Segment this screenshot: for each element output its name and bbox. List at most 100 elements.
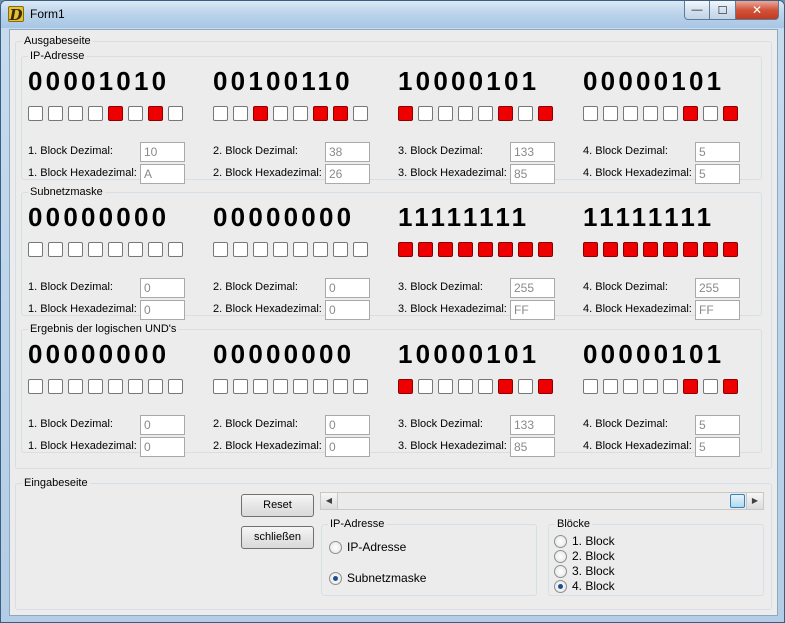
bit-indicators (583, 242, 743, 257)
hexadecimal-field[interactable]: 5 (695, 437, 740, 457)
output-section-2: Ergebnis der logischen UND's 00000000 1. B… (21, 323, 762, 457)
radio-block-2-label: 2. Block (572, 549, 615, 563)
bit-led-off (168, 379, 183, 394)
title-bar[interactable]: D Form1 — ☐ ✕ (1, 1, 784, 28)
hexadecimal-field[interactable]: 0 (325, 300, 370, 320)
bit-indicators (28, 242, 188, 257)
hexadecimal-label: 3. Block Hexadezimal: (398, 167, 507, 179)
octet-block-3: 11111111 3. Block Dezimal: 255 3. Block Hex… (398, 202, 558, 320)
bit-led-off (148, 379, 163, 394)
output-section-1: Subnetzmaske 00000000 1. Block Dezimal: 0 1.… (21, 186, 762, 320)
bit-indicators (28, 106, 188, 121)
bit-led-off (28, 106, 43, 121)
hexadecimal-field[interactable]: FF (510, 300, 555, 320)
scroll-right-arrow-icon[interactable]: ▶ (746, 493, 763, 509)
bit-led-off (438, 106, 453, 121)
decimal-field[interactable]: 133 (510, 415, 555, 435)
octet-block-2: 00000000 2. Block Dezimal: 0 2. Block Hexad… (213, 203, 373, 320)
decimal-field[interactable]: 0 (325, 415, 370, 435)
decimal-field[interactable]: 5 (695, 142, 740, 162)
form-client-area: Ausgabeseite IP-Adresse 00001010 1. Block … (9, 29, 778, 616)
octet-block-3: 10000101 3. Block Dezimal: 133 3. Block Hex… (398, 67, 558, 184)
hexadecimal-field[interactable]: A (140, 164, 185, 184)
decimal-label: 3. Block Dezimal: (398, 145, 483, 157)
radio-block-1-label: 1. Block (572, 534, 615, 548)
section-title: IP-Adresse (28, 50, 87, 63)
radio-block-3[interactable] (554, 564, 567, 578)
decimal-field[interactable]: 10 (140, 142, 185, 162)
hexadecimal-label: 2. Block Hexadezimal: (213, 440, 322, 452)
hexadecimal-label: 1. Block Hexadezimal: (28, 167, 137, 179)
block-option-3[interactable]: 3. Block (554, 564, 615, 578)
hexadecimal-field[interactable]: 26 (325, 164, 370, 184)
hexadecimal-label: 1. Block Hexadezimal: (28, 440, 137, 452)
bit-led-off (353, 379, 368, 394)
bit-led-off (48, 106, 63, 121)
octet-block-3: 10000101 3. Block Dezimal: 133 3. Block Hex… (398, 340, 558, 457)
reset-button[interactable]: Reset (241, 494, 314, 517)
scroll-thumb[interactable] (730, 494, 745, 508)
bit-led-on (583, 242, 598, 257)
decimal-field[interactable]: 0 (140, 278, 185, 298)
minimize-button[interactable]: — (684, 1, 710, 20)
window-title: Form1 (30, 7, 65, 21)
bit-led-on (313, 106, 328, 121)
hexadecimal-label: 3. Block Hexadezimal: (398, 440, 507, 452)
hexadecimal-field[interactable]: 0 (325, 437, 370, 457)
decimal-field[interactable]: 255 (695, 278, 740, 298)
bit-indicators (28, 379, 188, 394)
radio-subnet-mask[interactable] (329, 571, 342, 585)
octet-block-4: 00000101 4. Block Dezimal: 5 4. Block Hexad… (583, 339, 743, 457)
minimize-icon: — (691, 4, 703, 16)
hexadecimal-field[interactable]: 0 (140, 437, 185, 457)
decimal-field[interactable]: 0 (140, 415, 185, 435)
bit-led-off (88, 106, 103, 121)
decimal-field[interactable]: 5 (695, 415, 740, 435)
decimal-field[interactable]: 133 (510, 142, 555, 162)
bit-led-on (538, 379, 553, 394)
binary-digits: 00000101 (583, 339, 725, 369)
octet-block-1: 00001010 1. Block Dezimal: 10 1. Block Hexa… (28, 67, 188, 184)
bit-led-off (273, 379, 288, 394)
decimal-field[interactable]: 255 (510, 278, 555, 298)
radio-block-4-label: 4. Block (572, 579, 615, 593)
bit-led-off (168, 242, 183, 257)
bit-led-off (663, 106, 678, 121)
octet-block-4: 11111111 4. Block Dezimal: 255 4. Block Hex… (583, 203, 743, 320)
decimal-field[interactable]: 38 (325, 142, 370, 162)
radio-block-2[interactable] (554, 549, 567, 563)
bit-led-off (438, 379, 453, 394)
radio-block-1[interactable] (554, 534, 567, 548)
block-option-2[interactable]: 2. Block (554, 549, 615, 563)
binary-digits: 11111111 (398, 202, 530, 232)
radio-ip-address[interactable] (329, 540, 342, 554)
mode-option-ip[interactable]: IP-Adresse (329, 540, 406, 554)
maximize-button[interactable]: ☐ (710, 1, 736, 20)
decimal-field[interactable]: 0 (325, 278, 370, 298)
bit-led-on (723, 106, 738, 121)
mode-option-subnet[interactable]: Subnetzmaske (329, 571, 426, 585)
bit-led-on (438, 242, 453, 257)
bit-led-off (48, 379, 63, 394)
decimal-label: 4. Block Dezimal: (583, 418, 668, 430)
value-scrollbar[interactable]: ◀ ▶ (320, 492, 764, 510)
hexadecimal-field[interactable]: 85 (510, 164, 555, 184)
bit-led-off (28, 379, 43, 394)
close-form-button[interactable]: schließen (241, 526, 314, 549)
scroll-left-arrow-icon[interactable]: ◀ (321, 493, 338, 509)
hexadecimal-label: 3. Block Hexadezimal: (398, 303, 507, 315)
bit-led-off (703, 379, 718, 394)
hexadecimal-field[interactable]: 85 (510, 437, 555, 457)
bit-led-on (148, 106, 163, 121)
hexadecimal-field[interactable]: 0 (140, 300, 185, 320)
block-option-4[interactable]: 4. Block (554, 579, 615, 593)
block-option-1[interactable]: 1. Block (554, 534, 615, 548)
hexadecimal-field[interactable]: FF (695, 300, 740, 320)
input-group-label: Eingabeseite (22, 477, 90, 490)
bit-indicators (398, 379, 558, 394)
octet-block-2: 00000000 2. Block Dezimal: 0 2. Block Hexad… (213, 340, 373, 457)
radio-block-4[interactable] (554, 579, 567, 593)
hexadecimal-field[interactable]: 5 (695, 164, 740, 184)
close-button[interactable]: ✕ (736, 1, 779, 20)
bit-led-on (663, 242, 678, 257)
